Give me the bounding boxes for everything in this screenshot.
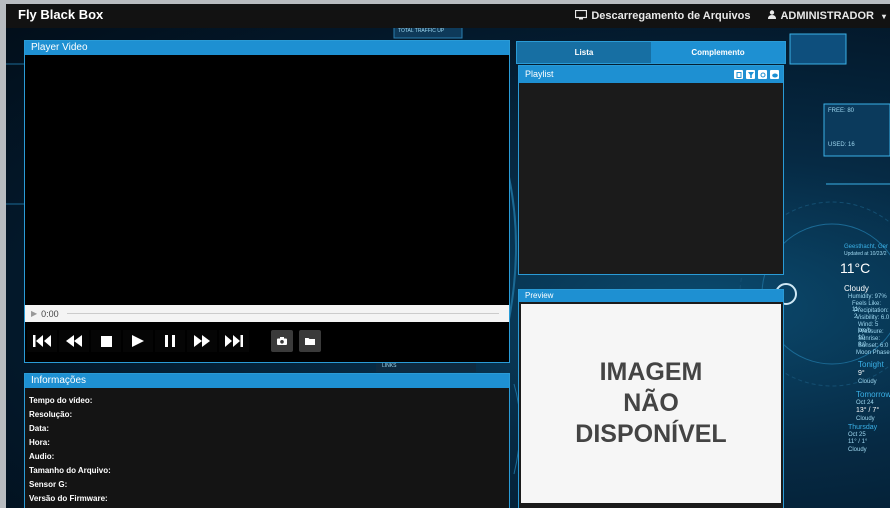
app-frame: TOTAL TRAFFIC UP LINKS FREE: 80 USED: 16… xyxy=(6,4,890,508)
fast-forward-icon xyxy=(194,335,210,347)
playlist-actions xyxy=(734,70,779,79)
skip-to-start-button[interactable] xyxy=(27,330,57,352)
monitor-icon xyxy=(575,9,588,23)
info-panel: Informações Tempo do vídeo: Resolução: D… xyxy=(24,373,510,508)
weather-tomorrow-cond: Cloudy xyxy=(856,416,875,422)
navbar-right: Descarregamento de Arquivos ADMINISTRADO… xyxy=(575,4,890,28)
playlist-header: Playlist xyxy=(519,66,783,83)
bg-links-label: LINKS xyxy=(382,363,397,369)
weather-tonight-temp: 9° xyxy=(858,370,865,377)
preview-image: IMAGEM NÃO DISPONÍVEL xyxy=(521,304,781,503)
weather-thursday: Thursday xyxy=(848,424,878,431)
pause-button[interactable] xyxy=(155,330,185,352)
playlist-panel: Playlist xyxy=(518,65,784,275)
upload-cloud-icon[interactable] xyxy=(770,70,779,79)
weather-temp: 11°C xyxy=(840,260,871,276)
play-icon xyxy=(132,335,144,347)
play-small-icon[interactable]: ▶ xyxy=(31,309,37,318)
info-field-audio: Audio: xyxy=(29,452,55,461)
preview-panel-title: Preview xyxy=(519,290,783,302)
tab-complement[interactable]: Complemento xyxy=(651,42,785,63)
skip-start-icon xyxy=(33,335,51,347)
weather-visibility: Visibility: 6.0 xyxy=(856,315,890,321)
player-panel: Player Video ▶ 0:00 xyxy=(24,40,510,363)
info-field-firmware: Versão do Firmware: xyxy=(29,494,108,503)
rewind-icon xyxy=(66,335,82,347)
weather-updated: Updated at 10/23/2 xyxy=(844,251,887,257)
stop-button[interactable] xyxy=(91,330,121,352)
weather-thursday-cond: Cloudy xyxy=(848,447,867,453)
weather-sunset: Sunset: 6:0 xyxy=(858,343,889,349)
weather-condition: Cloudy xyxy=(844,284,869,293)
app-brand[interactable]: Fly Black Box xyxy=(18,7,103,22)
info-field-resolution: Resolução: xyxy=(29,410,73,419)
bg-free-label: FREE: 80 xyxy=(828,108,855,114)
weather-thursday-date: Oct 25 xyxy=(848,432,866,438)
rewind-button[interactable] xyxy=(59,330,89,352)
seek-track[interactable] xyxy=(66,313,499,314)
filter-icon[interactable] xyxy=(746,70,755,79)
pause-icon xyxy=(165,335,175,347)
info-field-file-size: Tamanho do Arquivo: xyxy=(29,466,111,475)
user-icon xyxy=(768,10,777,22)
play-button[interactable] xyxy=(123,330,153,352)
weather-thursday-temp: 11° / 1° xyxy=(848,439,868,445)
stop-icon xyxy=(100,335,112,347)
top-navbar: Fly Black Box Descarregamento de Arquivo… xyxy=(6,4,890,28)
downloads-link[interactable]: Descarregamento de Arquivos xyxy=(575,9,751,23)
bg-used-label: USED: 16 xyxy=(828,142,855,148)
weather-moon: Moon Phase xyxy=(856,350,890,356)
image-unavailable-line1: IMAGEM xyxy=(599,358,703,386)
tab-list[interactable]: Lista xyxy=(517,42,651,63)
image-unavailable-text: IMAGEM NÃO DISPONÍVEL xyxy=(531,357,771,450)
refresh-icon[interactable] xyxy=(758,70,767,79)
weather-humidity: Humidity: 97% xyxy=(848,294,887,300)
bg-traffic-label: TOTAL TRAFFIC UP xyxy=(398,28,445,34)
caret-down-icon: ▾ xyxy=(881,11,886,21)
info-field-time: Hora: xyxy=(29,438,50,447)
weather-tomorrow-temp: 13° / 7° xyxy=(856,407,880,414)
folder-icon xyxy=(305,332,315,350)
player-panel-title: Player Video xyxy=(25,41,509,55)
fast-forward-button[interactable] xyxy=(187,330,217,352)
weather-location: Geesthacht, Ger xyxy=(844,244,889,250)
info-fields: Tempo do vídeo: Resolução: Data: Hora: A… xyxy=(25,388,509,508)
skip-end-icon xyxy=(225,335,243,347)
info-field-date: Data: xyxy=(29,424,50,433)
info-field-g-sensor: Sensor G: xyxy=(29,480,68,489)
weather-tomorrow: Tomorrow xyxy=(856,390,890,399)
video-area[interactable] xyxy=(25,55,509,305)
weather-tonight-cond: Cloudy xyxy=(858,379,877,385)
image-unavailable-line3: DISPONÍVEL xyxy=(575,420,727,448)
info-field-video-duration: Tempo do vídeo: xyxy=(29,396,93,405)
skip-to-end-button[interactable] xyxy=(219,330,249,352)
user-menu[interactable]: ADMINISTRADOR ▾ xyxy=(768,10,886,22)
playlist-title: Playlist xyxy=(525,69,554,79)
snapshot-button[interactable] xyxy=(271,330,293,352)
camera-icon xyxy=(277,332,287,350)
time-display: 0:00 xyxy=(41,308,59,319)
info-panel-title: Informações xyxy=(25,374,509,388)
open-folder-button[interactable] xyxy=(299,330,321,352)
weather-tonight: Tonight xyxy=(858,360,884,369)
file-icon[interactable] xyxy=(734,70,743,79)
downloads-link-label: Descarregamento de Arquivos xyxy=(591,10,751,22)
preview-panel: Preview IMAGEM NÃO DISPONÍVEL xyxy=(518,289,784,508)
player-controls xyxy=(27,330,321,352)
seek-bar[interactable]: ▶ 0:00 xyxy=(25,305,509,322)
image-unavailable-line2: NÃO xyxy=(623,389,679,417)
user-menu-label: ADMINISTRADOR xyxy=(780,10,874,22)
weather-tomorrow-date: Oct 24 xyxy=(856,400,874,406)
side-tabs: Lista Complemento xyxy=(516,41,786,64)
